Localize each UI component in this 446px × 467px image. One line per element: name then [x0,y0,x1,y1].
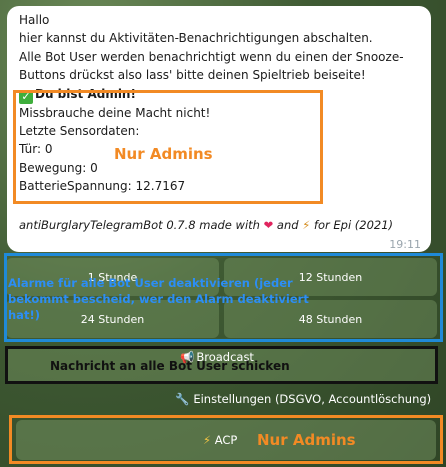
broadcast-annotation: Nachricht an alle Bot User schicken [50,359,290,373]
message-line-1: hier kannst du Aktivitäten-Benachrichtig… [19,31,373,46]
nur-admins-label: Nur Admins [114,145,213,163]
heart-icon: ❤ [263,218,274,232]
message-line-2: Alle Bot User werden benachrichtigt wenn… [19,49,404,64]
bot-footer: antiBurglaryTelegramBot 0.7.8 made with … [19,216,393,234]
message-time: 19:11 [389,238,421,251]
footer-pre: antiBurglaryTelegramBot 0.7.8 made with [19,218,260,232]
footer-mid: and [276,218,299,232]
lightning-icon: ⚡ [302,218,311,232]
settings-label: Einstellungen (DSGVO, Accountlöschung) [193,392,432,406]
greeting-line: Hallo [19,11,419,29]
wrench-icon: 🔧 [175,392,190,406]
greeting-text: Hallo [19,13,50,27]
footer-post: for Epi (2021) [313,218,394,232]
lightning-icon: ⚡ [203,433,212,447]
snooze-annotation: Alarme für alle Bot User deaktivieren (j… [8,276,309,322]
acp-nur-admins-label: Nur Admins [257,431,356,449]
settings-label-wrap: 🔧 Einstellungen (DSGVO, Accountlöschung) [175,392,431,406]
acp-label-wrap: ⚡ ACP [203,433,237,447]
acp-label: ACP [214,433,238,447]
message-line-3: Buttons drückst also lass' bitte deinen … [19,68,366,83]
